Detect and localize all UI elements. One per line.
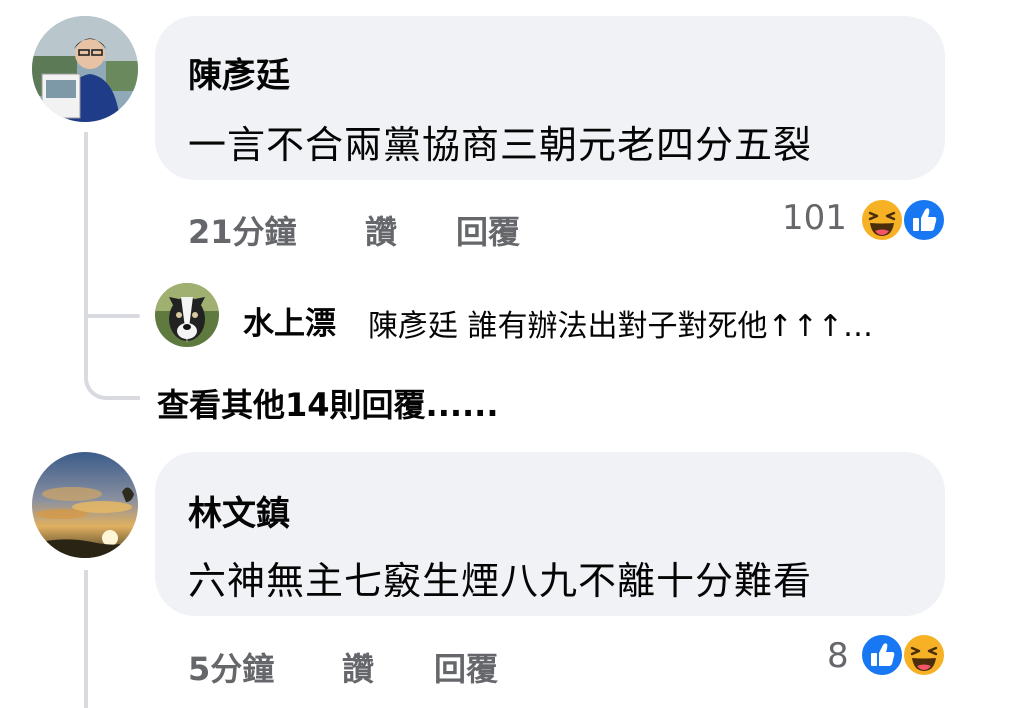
reply-button[interactable]: 回覆	[456, 207, 520, 253]
comment-time[interactable]: 21分鐘	[188, 207, 297, 253]
like-button[interactable]: 讚	[365, 207, 397, 253]
reply-button[interactable]: 回覆	[434, 644, 498, 690]
avatar[interactable]	[32, 16, 138, 122]
comment-author[interactable]: 陳彥廷	[188, 48, 290, 97]
thread-line	[84, 132, 88, 372]
comment-text: 六神無主七竅生煙八九不離十分難看	[188, 559, 813, 603]
comment-text: 一言不合兩黨協商三朝元老四分五裂	[188, 123, 813, 167]
avatar[interactable]	[32, 452, 138, 558]
like-icon[interactable]	[860, 633, 904, 677]
reply-author[interactable]: 水上漂	[243, 298, 336, 343]
avatar[interactable]	[155, 283, 219, 347]
like-icon[interactable]	[902, 198, 946, 242]
thread-branch	[84, 314, 140, 318]
thread-line	[84, 570, 88, 708]
haha-icon[interactable]	[860, 198, 904, 242]
like-button[interactable]: 讚	[342, 644, 374, 690]
comment-time[interactable]: 5分鐘	[188, 644, 274, 690]
comment-author[interactable]: 林文鎮	[188, 486, 290, 535]
reaction-count[interactable]: 8	[827, 636, 849, 676]
reply-text[interactable]: 陳彥廷 誰有辦法出對子對死他↑↑↑…	[368, 301, 873, 345]
reaction-count[interactable]: 101	[782, 198, 847, 238]
thread-curve	[84, 340, 140, 400]
haha-icon[interactable]	[902, 633, 946, 677]
view-more-replies-button[interactable]: 查看其他14則回覆......	[157, 380, 498, 426]
